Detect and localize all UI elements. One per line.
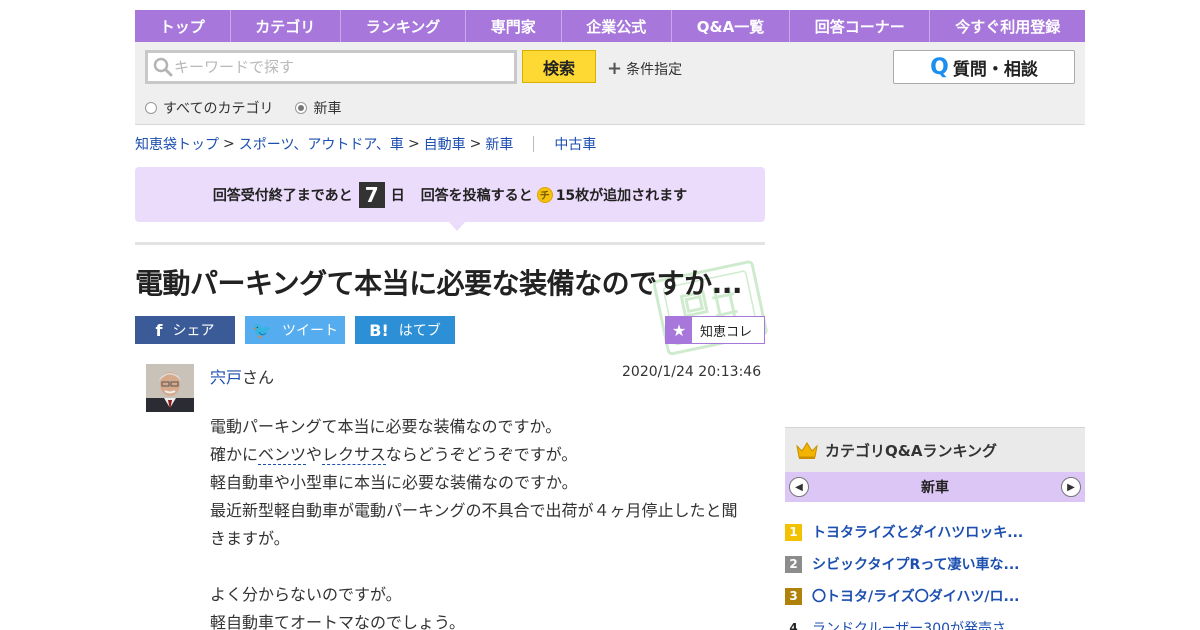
body-text: や xyxy=(306,445,323,464)
facebook-icon: f xyxy=(155,320,163,340)
hatena-bookmark-label: はてブ xyxy=(398,323,441,339)
crown-icon xyxy=(796,442,818,459)
ranking-item-link[interactable]: 〇トヨタ/ライズ〇ダイハツ/ロ... xyxy=(812,586,1019,606)
breadcrumb-item-sports[interactable]: スポーツ、アウトドア、車 xyxy=(239,134,404,154)
question-body-line: 確かにベンツやレクサスならどうぞどうぞですが。 xyxy=(210,441,750,469)
radio-on-icon xyxy=(295,102,308,114)
question-body-line: よく分からないのですが。 xyxy=(210,585,402,604)
twitter-share-button[interactable]: 🐦 ツイート xyxy=(245,316,345,344)
breadcrumb-separator: > xyxy=(469,136,482,152)
section-divider xyxy=(135,242,765,245)
chiekore-label: 知恵コレ xyxy=(700,324,753,340)
plus-icon: + xyxy=(607,58,623,79)
search-band: 検索 + 条件指定 Q 質問・相談 すべてのカテゴリ 新車 xyxy=(135,42,1085,125)
breadcrumb-divider xyxy=(533,136,535,152)
facebook-share-button[interactable]: f シェア xyxy=(135,316,235,344)
nav-item-register[interactable]: 今すぐ利用登録 xyxy=(930,10,1085,42)
ask-question-label: 質問・相談 xyxy=(952,59,1038,80)
ranking-item: 2 シビックタイプRって凄い車な... xyxy=(785,548,1085,580)
question-author-link[interactable]: 宍戸 xyxy=(210,368,242,387)
question-body-line: 軽自動車てオートマなのでしょう。 xyxy=(210,613,466,630)
rank-number: 2 xyxy=(785,555,802,573)
reward-amount: 15枚が追加されます xyxy=(555,187,688,204)
star-icon: ★ xyxy=(666,317,692,343)
ranking-title: カテゴリQ&Aランキング xyxy=(825,441,997,460)
global-nav: トップ カテゴリ ランキング 専門家 企業公式 Q&A一覧 回答コーナー 今すぐ… xyxy=(135,10,1085,42)
deadline-prefix: 回答受付終了まであと xyxy=(212,187,353,204)
question-timestamp: 2020/1/24 20:13:46 xyxy=(622,364,762,380)
reward-text: 回答を投稿すると xyxy=(420,187,533,204)
ranking-header: カテゴリQ&Aランキング xyxy=(785,427,1085,472)
ask-question-button[interactable]: Q 質問・相談 xyxy=(893,50,1075,84)
author-honorific: さん xyxy=(242,368,275,387)
nav-item-top[interactable]: トップ xyxy=(135,10,231,42)
ranking-category: 新車 xyxy=(921,480,949,496)
breadcrumb-separator: > xyxy=(223,136,235,152)
coin-icon: チ xyxy=(536,186,553,203)
body-text: ならどうぞどうぞですが。 xyxy=(385,445,578,464)
ranking-category-switcher: ◀ 新車 ▶ xyxy=(785,472,1085,502)
radio-off-icon xyxy=(145,102,157,114)
nav-item-category[interactable]: カテゴリ xyxy=(231,10,341,42)
banner-pointer xyxy=(449,222,465,231)
scope-radio-all[interactable]: すべてのカテゴリ xyxy=(145,98,273,118)
ranking-item-link[interactable]: ランドクルーザー300が発売さ... xyxy=(812,618,1019,630)
question-body-line: 最近新型軽自動車が電動パーキングの不具合で出荷が４ヶ月停止したと聞きますが。 xyxy=(210,501,738,548)
user-avatar-icon xyxy=(146,364,194,412)
breadcrumb-item-used-car[interactable]: 中古車 xyxy=(554,134,596,154)
question-body-line: 電動パーキングて本当に必要な装備なのですか。 xyxy=(210,417,562,436)
twitter-share-label: ツイート xyxy=(281,323,338,339)
question-icon: Q xyxy=(930,54,949,80)
ranking-item-link[interactable]: シビックタイプRって凄い車な... xyxy=(812,554,1019,574)
rank-number: 4 xyxy=(789,621,798,630)
hatena-icon: B! xyxy=(369,320,389,340)
question-author: 宍戸さん xyxy=(210,364,274,388)
avatar[interactable] xyxy=(146,364,194,412)
scope-radio-current-label: 新車 xyxy=(313,101,342,117)
deadline-days: 7 xyxy=(358,181,385,208)
search-conditions-link[interactable]: + 条件指定 xyxy=(607,58,682,79)
search-button[interactable]: 検索 xyxy=(522,50,596,83)
body-text: 確かに xyxy=(210,445,259,464)
ranking-prev-button[interactable]: ◀ xyxy=(789,477,809,497)
chiekore-button[interactable]: ★ 知恵コレ xyxy=(665,316,765,344)
search-scope: すべてのカテゴリ 新車 xyxy=(145,98,341,118)
nav-item-answer-corner[interactable]: 回答コーナー xyxy=(790,10,931,42)
search-box[interactable] xyxy=(145,50,517,84)
scope-radio-all-label: すべてのカテゴリ xyxy=(163,101,274,117)
rank-number: 1 xyxy=(785,523,802,541)
nav-item-qa-list[interactable]: Q&A一覧 xyxy=(672,10,790,42)
question-title: 電動パーキングて本当に必要な装備なのですか... xyxy=(135,267,743,300)
breadcrumb-separator: > xyxy=(407,136,420,152)
search-conditions-label: 条件指定 xyxy=(626,61,683,78)
breadcrumb: 知恵袋トップ > スポーツ、アウトドア、車 > 自動車 > 新車 中古車 xyxy=(135,134,596,154)
category-ranking: カテゴリQ&Aランキング ◀ 新車 ▶ 1 トヨタライズとダイハツロッキ... … xyxy=(785,427,1085,630)
hatena-bookmark-button[interactable]: B! はてブ xyxy=(355,316,455,344)
ranking-item-link[interactable]: トヨタライズとダイハツロッキ... xyxy=(812,522,1023,542)
ranking-item: 3 〇トヨタ/ライズ〇ダイハツ/ロ... xyxy=(785,580,1085,612)
twitter-icon: 🐦 xyxy=(252,320,272,340)
rank-number: 3 xyxy=(785,587,802,605)
ranking-item: 1 トヨタライズとダイハツロッキ... xyxy=(785,516,1085,548)
keyword-link-benz[interactable]: ベンツ xyxy=(258,445,307,465)
ranking-list: 1 トヨタライズとダイハツロッキ... 2 シビックタイプRって凄い車な... … xyxy=(785,502,1085,630)
breadcrumb-item-new-car[interactable]: 新車 xyxy=(485,134,513,154)
nav-item-ranking[interactable]: ランキング xyxy=(341,10,467,42)
facebook-share-label: シェア xyxy=(172,323,215,339)
keyword-link-lexus[interactable]: レクサス xyxy=(322,445,386,465)
nav-item-experts[interactable]: 専門家 xyxy=(466,10,562,42)
deadline-banner: 回答受付終了まであと 7 日 回答を投稿すると チ 15枚が追加されます xyxy=(135,167,765,222)
deadline-days-unit: 日 xyxy=(390,187,405,204)
question-body-line xyxy=(210,553,750,581)
search-icon xyxy=(153,57,173,77)
scope-radio-current[interactable]: 新車 xyxy=(295,98,341,118)
ranking-next-button[interactable]: ▶ xyxy=(1061,477,1081,497)
breadcrumb-item-top[interactable]: 知恵袋トップ xyxy=(135,134,219,154)
nav-item-official[interactable]: 企業公式 xyxy=(562,10,673,42)
question-body-line: 軽自動車や小型車に本当に必要な装備なのですか。 xyxy=(210,473,578,492)
ranking-item: 4 ランドクルーザー300が発売さ... xyxy=(785,612,1085,630)
search-input[interactable] xyxy=(174,54,514,80)
breadcrumb-item-car[interactable]: 自動車 xyxy=(424,134,466,154)
question-body: 電動パーキングて本当に必要な装備なのですか。 確かにベンツやレクサスならどうぞど… xyxy=(210,413,750,630)
